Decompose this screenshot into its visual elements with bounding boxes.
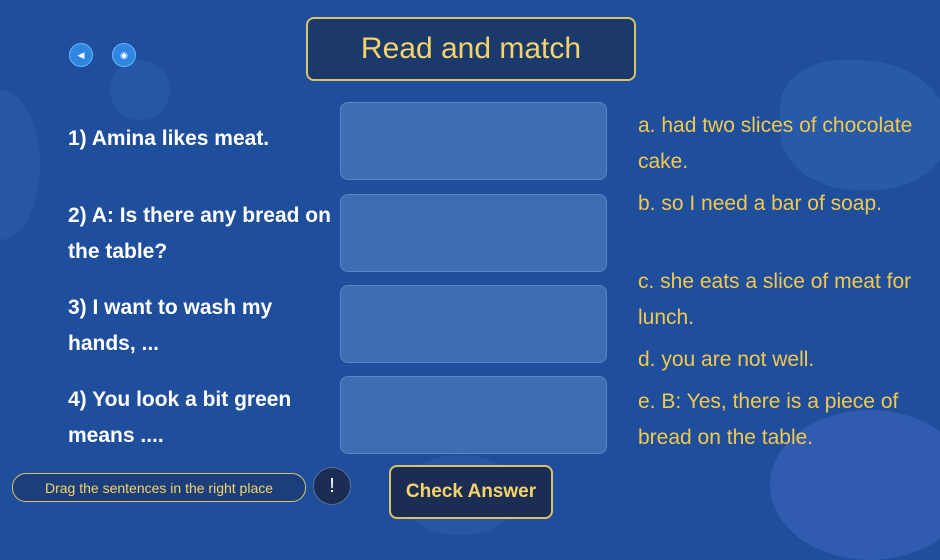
answer-b[interactable]: b. so I need a bar of soap.	[638, 186, 918, 222]
question-4: 4) You look a bit green means ....	[68, 388, 292, 447]
answer-a[interactable]: a. had two slices of chocolate cake.	[638, 108, 918, 180]
drop-zone-1[interactable]	[340, 102, 607, 180]
drop-zone-3[interactable]	[340, 285, 607, 363]
check-answer-button[interactable]: Check Answer	[389, 465, 553, 519]
back-icon: ◀	[77, 49, 85, 60]
answer-e[interactable]: e. B: Yes, there is a piece of bread on …	[638, 384, 918, 456]
drop-zone-4[interactable]	[340, 376, 607, 454]
page-title: Read and match	[306, 17, 636, 81]
instruction-bar: Drag the sentences in the right place	[12, 473, 306, 502]
background-blob	[0, 90, 40, 240]
question-2: 2) A: Is there any bread on the table?	[68, 204, 331, 263]
back-button[interactable]: ◀	[69, 43, 93, 67]
exclamation-icon: !	[329, 474, 335, 497]
answer-d[interactable]: d. you are not well.	[638, 342, 918, 378]
question-1: 1) Amina likes meat.	[68, 127, 270, 150]
drop-zone-2[interactable]	[340, 194, 607, 272]
answer-c[interactable]: c. she eats a slice of meat for lunch.	[638, 264, 918, 336]
background-blob	[110, 60, 170, 120]
question-3: 3) I want to wash my hands, ...	[68, 296, 273, 355]
sound-button[interactable]: ◉	[112, 43, 136, 67]
info-button[interactable]: !	[313, 467, 351, 505]
speaker-icon: ◉	[120, 49, 128, 60]
